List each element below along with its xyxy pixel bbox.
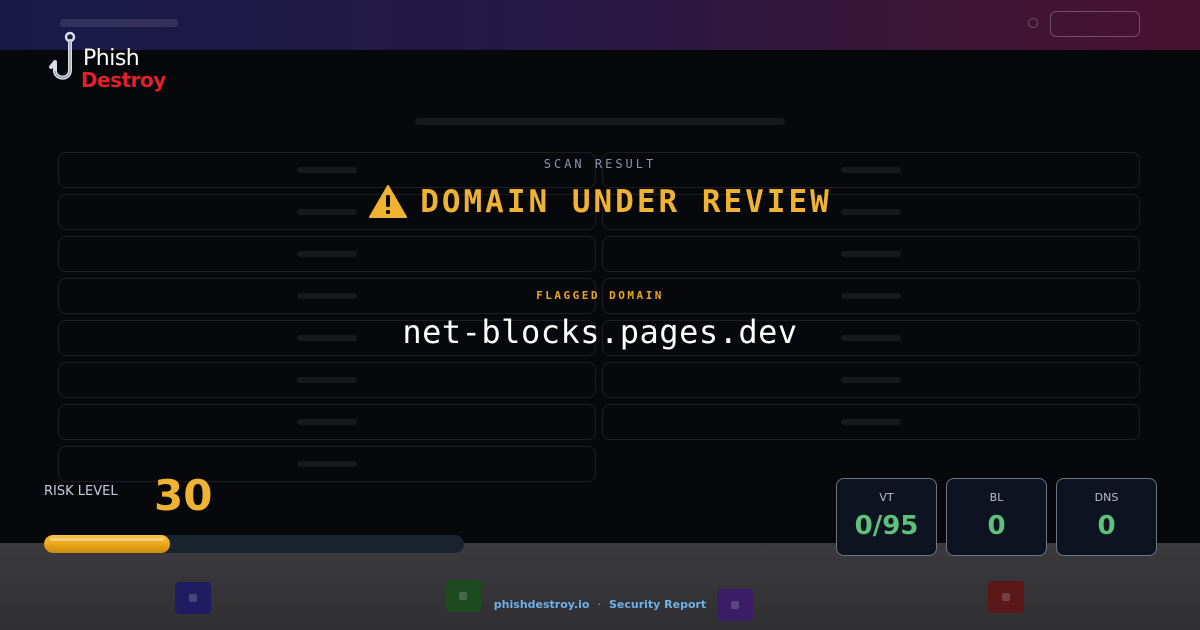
footer-site-link[interactable]: phishdestroy.io [494,598,590,611]
risk-level-bar-fill [44,535,170,553]
flagged-domain-label: FLAGGED DOMAIN [536,289,664,302]
stat-card-label: BL [989,491,1004,504]
background-header-text [60,19,178,27]
background-search-icon [1028,18,1038,28]
stat-card-value: 0 [1097,511,1116,541]
background-option [602,362,1140,398]
background-option [58,362,596,398]
background-option [602,236,1140,272]
scan-status: DOMAIN UNDER REVIEW [0,184,1200,220]
stat-card-vt: VT 0/95 [836,478,937,556]
brand-name-line2: Destroy [81,68,166,92]
risk-level-value: 30 [154,471,213,520]
background-option [602,404,1140,440]
footer-separator: · [597,598,601,611]
warning-triangle-icon [369,185,408,218]
background-option [58,404,596,440]
stat-card-label: DNS [1094,491,1119,504]
background-header-button [1050,11,1140,37]
background-option [58,446,596,482]
background-caption [415,118,785,125]
brand-logo: Phish Destroy [48,28,178,94]
stat-card-bl: BL 0 [946,478,1047,556]
risk-level-bar [44,535,464,553]
scan-result-label: SCAN RESULT [543,157,657,171]
stat-card-dns: DNS 0 [1056,478,1157,556]
footer-report-label: Security Report [608,598,707,611]
scan-status-text: DOMAIN UNDER REVIEW [420,184,832,220]
stat-card-value: 0 [987,511,1006,541]
stat-card-label: VT [879,491,894,504]
background-option [58,236,596,272]
footer: phishdestroy.io · Security Report [0,598,1200,611]
stat-card-value: 0/95 [854,511,919,541]
background-header-bar [0,0,1200,50]
flagged-domain: net-blocks.pages.dev [402,313,798,351]
risk-level-label: RISK LEVEL [44,484,118,499]
